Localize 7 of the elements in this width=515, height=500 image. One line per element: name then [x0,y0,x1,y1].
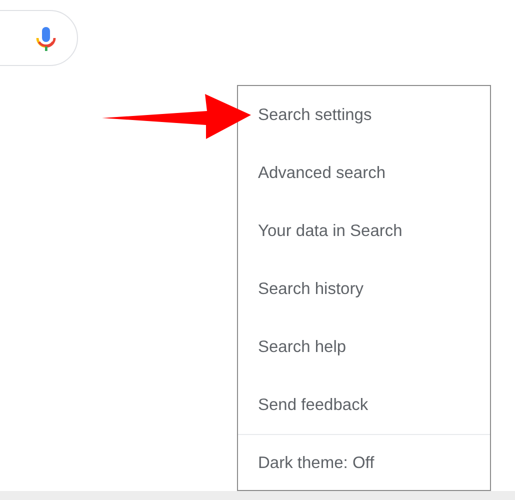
menu-item[interactable]: Your data in Search [258,222,402,240]
menu-item[interactable]: Search history [258,280,364,298]
menu-item[interactable]: Search help [258,338,346,356]
menu-item[interactable]: Dark theme: Off [258,454,374,472]
menu-item[interactable]: Advanced search [258,164,386,182]
menu-item[interactable]: Search settings [258,106,372,124]
menu-item[interactable]: Send feedback [258,396,368,414]
